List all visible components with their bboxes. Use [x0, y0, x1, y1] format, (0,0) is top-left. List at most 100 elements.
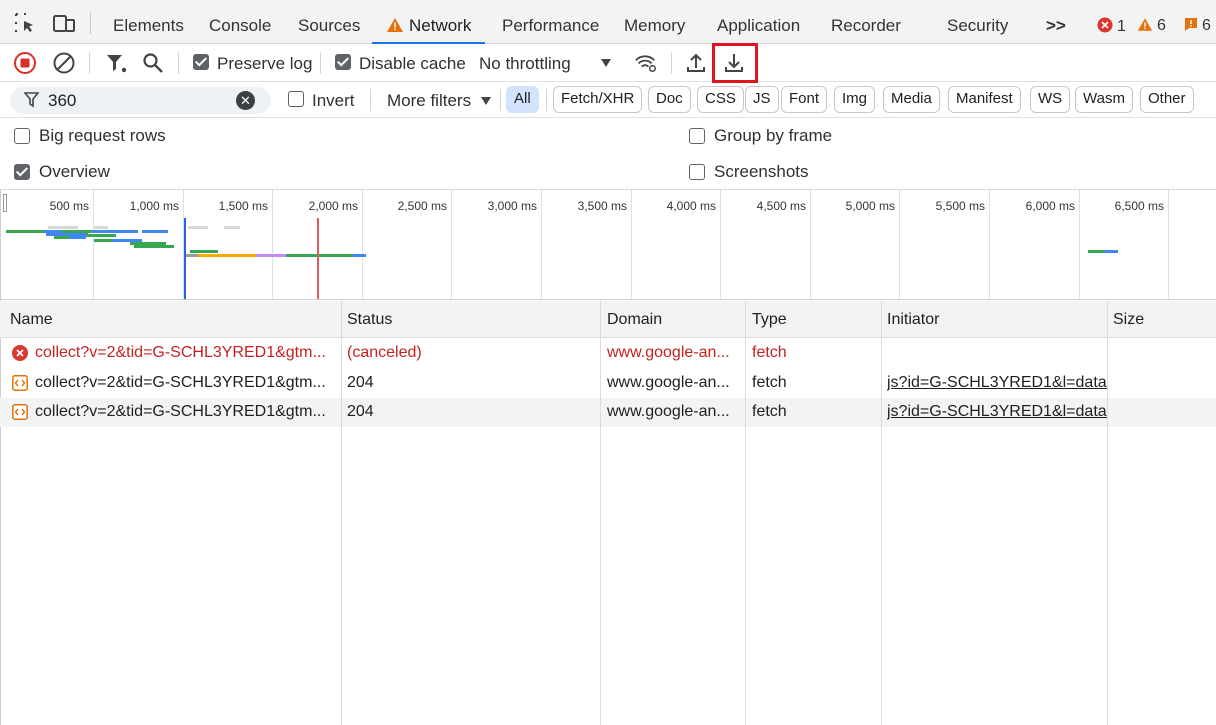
- column-header-initiator[interactable]: Initiator: [887, 311, 939, 329]
- tab-network[interactable]: Network: [372, 0, 486, 44]
- column-header-size[interactable]: Size: [1113, 311, 1144, 329]
- tab-console[interactable]: Console: [209, 0, 271, 44]
- error-count-badge[interactable]: 1: [1097, 17, 1126, 36]
- column-header-type[interactable]: Type: [752, 311, 787, 329]
- chevron-down-icon: [481, 97, 491, 105]
- tab-performance[interactable]: Performance: [502, 0, 599, 44]
- request-domain: www.google-an...: [607, 344, 730, 361]
- request-initiator-link[interactable]: js?id=G-SCHL3YRED1&l=dataL: [887, 374, 1107, 392]
- type-filter-ws[interactable]: WS: [1030, 86, 1071, 113]
- column-divider[interactable]: [745, 301, 746, 725]
- disable-cache-checkbox[interactable]: [335, 54, 351, 70]
- filter-input-value: 360: [48, 91, 77, 110]
- overview-bar: [94, 239, 112, 242]
- request-domain: www.google-an...: [607, 403, 730, 420]
- overview-tick-label: 6,500 ms: [1114, 199, 1164, 213]
- tab-recorder[interactable]: Recorder: [831, 0, 901, 44]
- more-tabs-button[interactable]: >>: [1046, 0, 1066, 44]
- issue-icon: [1185, 18, 1197, 31]
- error-icon: [1097, 17, 1113, 33]
- column-divider[interactable]: [341, 301, 342, 725]
- type-filter-manifest[interactable]: Manifest: [948, 86, 1021, 113]
- overview-left-handle[interactable]: [3, 194, 7, 212]
- column-header-domain[interactable]: Domain: [607, 311, 662, 329]
- request-initiator-link[interactable]: js?id=G-SCHL3YRED1&l=dataL: [887, 403, 1107, 421]
- tab-security[interactable]: Security: [947, 0, 1008, 44]
- filter-input[interactable]: 360 ✕: [10, 87, 271, 114]
- invert-checkbox[interactable]: [288, 91, 304, 107]
- big-request-rows-checkbox[interactable]: [14, 128, 30, 144]
- devtools-tab-strip: Elements Console Sources Network Perform…: [0, 0, 1216, 44]
- table-row[interactable]: collect?v=2&tid=G-SCHL3YRED1&gtm... (can…: [0, 339, 1216, 368]
- column-header-status[interactable]: Status: [347, 311, 392, 329]
- overview-bar: [6, 230, 44, 233]
- export-highlight-box: [712, 43, 758, 83]
- overview-bar: [190, 250, 218, 253]
- request-type: fetch: [752, 403, 787, 420]
- group-by-frame-checkbox[interactable]: [689, 128, 705, 144]
- dom-content-loaded-marker: [184, 218, 186, 299]
- clear-filter-icon[interactable]: ✕: [236, 91, 255, 110]
- filter-icon: [24, 92, 39, 108]
- overview-tick-label: 3,000 ms: [487, 199, 537, 213]
- tab-elements[interactable]: Elements: [113, 0, 184, 44]
- inspect-element-icon[interactable]: [14, 12, 38, 34]
- tab-memory[interactable]: Memory: [624, 0, 685, 44]
- type-filter-js[interactable]: JS: [745, 86, 779, 113]
- type-filter-fetch-xhr[interactable]: Fetch/XHR: [553, 86, 643, 113]
- network-overview[interactable]: 500 ms 1,000 ms 1,500 ms 2,000 ms 2,500 ms 3,…: [0, 190, 1216, 300]
- column-divider[interactable]: [881, 301, 882, 725]
- warning-icon: [1137, 18, 1153, 31]
- invert-label: Invert: [312, 91, 355, 110]
- chevron-down-icon: [601, 59, 611, 67]
- overview-tick-label: 3,500 ms: [577, 199, 627, 213]
- overview-bar: [186, 254, 198, 257]
- type-filter-font[interactable]: Font: [781, 86, 828, 113]
- overview-tick-label: 2,500 ms: [397, 199, 447, 213]
- toolbar-separator: [320, 52, 321, 74]
- column-divider[interactable]: [600, 301, 601, 725]
- toolbar-separator: [178, 52, 179, 74]
- tab-sources[interactable]: Sources: [298, 0, 360, 44]
- more-filters-label: More filters: [387, 91, 472, 110]
- overview-tick-label: 5,500 ms: [935, 199, 985, 213]
- disable-cache-label: Disable cache: [359, 54, 466, 73]
- device-toolbar-icon[interactable]: [52, 12, 76, 34]
- warning-count-badge[interactable]: 6: [1137, 17, 1166, 35]
- preserve-log-checkbox[interactable]: [193, 54, 209, 70]
- type-filter-css[interactable]: CSS: [697, 86, 744, 113]
- fetch-request-icon: [12, 375, 28, 391]
- overview-bar: [48, 226, 78, 229]
- type-filter-other[interactable]: Other: [1140, 86, 1194, 113]
- throttling-select[interactable]: No throttling: [479, 44, 619, 82]
- stop-recording-icon[interactable]: [13, 51, 37, 75]
- type-filter-doc[interactable]: Doc: [648, 86, 691, 113]
- load-event-marker: [317, 218, 319, 299]
- overview-bar: [198, 254, 256, 257]
- tab-separator: [90, 12, 91, 34]
- toolbar-separator: [500, 89, 501, 111]
- type-filter-media[interactable]: Media: [883, 86, 940, 113]
- issues-count-badge[interactable]: 6: [1184, 17, 1211, 35]
- overview-checkbox[interactable]: [14, 164, 30, 180]
- fetch-request-icon: [12, 404, 28, 420]
- column-divider[interactable]: [1107, 301, 1108, 725]
- search-icon[interactable]: [141, 51, 165, 75]
- filter-icon[interactable]: [104, 51, 128, 75]
- overview-bar: [330, 254, 352, 257]
- overview-bar: [92, 230, 138, 233]
- table-row[interactable]: collect?v=2&tid=G-SCHL3YRED1&gtm... 204 …: [0, 369, 1216, 398]
- tab-application[interactable]: Application: [717, 0, 800, 44]
- type-filter-all[interactable]: All: [506, 86, 539, 113]
- network-conditions-icon[interactable]: [634, 51, 658, 75]
- clear-icon[interactable]: [52, 51, 76, 75]
- column-header-name[interactable]: Name: [10, 311, 53, 329]
- request-status: 204: [347, 374, 374, 391]
- overview-bar: [286, 254, 330, 257]
- type-filter-wasm[interactable]: Wasm: [1075, 86, 1133, 113]
- type-filter-img[interactable]: Img: [834, 86, 876, 113]
- more-filters-dropdown[interactable]: More filters: [387, 82, 495, 118]
- screenshots-checkbox[interactable]: [689, 164, 705, 180]
- import-har-icon[interactable]: [684, 51, 708, 75]
- table-row[interactable]: collect?v=2&tid=G-SCHL3YRED1&gtm... 204 …: [0, 398, 1216, 427]
